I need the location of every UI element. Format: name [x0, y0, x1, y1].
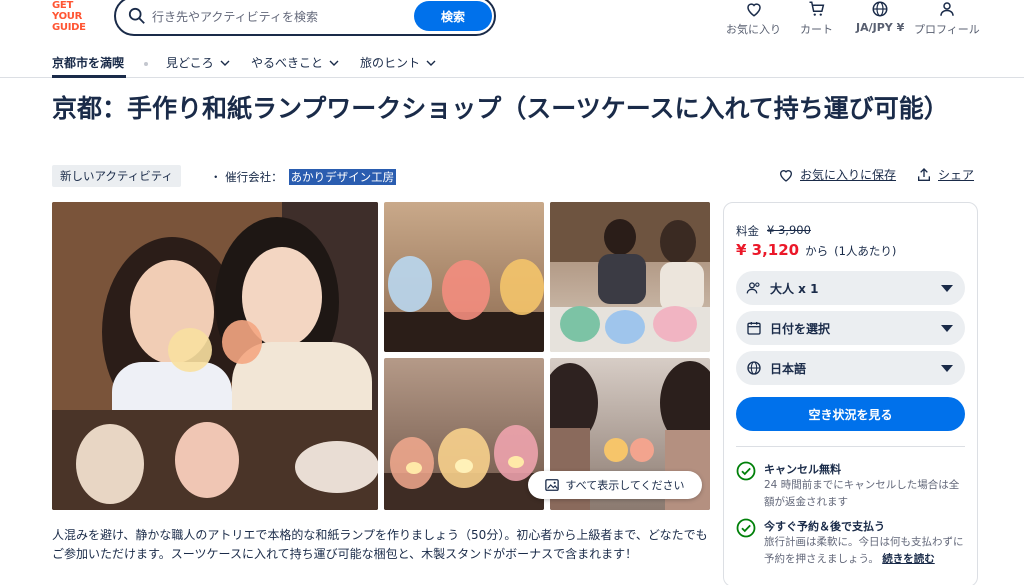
- language-value: 日本語: [770, 361, 807, 376]
- subnav-travel-tips[interactable]: 旅のヒント: [360, 54, 436, 71]
- feature-description: 24 時間前までにキャンセルした場合は全額が返金されます: [764, 479, 960, 508]
- caret-down-icon: [941, 285, 953, 292]
- heart-icon: [779, 169, 793, 182]
- show-all-photos-button[interactable]: すべて表示してください: [528, 471, 702, 499]
- check-circle-icon: [736, 518, 756, 538]
- page-title: 京都：手作り和紙ランプワークショップ（スーツケースに入れて持ち運び可能）: [52, 94, 949, 123]
- booking-panel: 料金 ¥ 3,900 ¥ 3,120 から (1人あたり) 大人 x 1 日付を…: [723, 202, 978, 585]
- feature-title: キャンセル無料: [764, 463, 841, 476]
- original-price: ¥ 3,900: [767, 223, 811, 237]
- share-icon: [918, 167, 930, 181]
- logo-line: GET: [52, 0, 73, 11]
- logo-line: YOUR: [52, 11, 83, 22]
- language-currency-label: JA/JPY ¥: [856, 21, 905, 34]
- getyourguide-logo[interactable]: GET YOUR GUIDE: [52, 0, 98, 36]
- save-label: お気に入りに保存: [800, 168, 897, 182]
- chevron-down-icon: [426, 60, 436, 66]
- feature-description-wrap: 旅行計画は柔軟に。今日は何も支払わずに予約を押さえましょう。 続きを読む: [764, 534, 968, 568]
- share-button[interactable]: シェア: [916, 166, 974, 183]
- provider-name[interactable]: あかりデザイン工房: [288, 169, 397, 185]
- provider-label: ・ 催行会社：: [210, 170, 283, 184]
- subnav-label: 旅のヒント: [360, 56, 421, 70]
- photo-workshop-people: [550, 202, 710, 352]
- subnav-label: やるべきこと: [251, 56, 324, 70]
- check-circle-icon: [736, 461, 756, 481]
- read-more-link[interactable]: 続きを読む: [882, 553, 935, 565]
- cart-link[interactable]: カート: [800, 0, 833, 40]
- wishlist-label: お気に入り: [726, 23, 781, 36]
- panel-divider: [736, 446, 965, 447]
- price-label-row: 料金 ¥ 3,900: [736, 223, 811, 239]
- show-all-label: すべて表示してください: [565, 479, 685, 492]
- profile-label: プロフィール: [914, 23, 980, 36]
- save-to-wishlist-button[interactable]: お気に入りに保存: [778, 166, 896, 183]
- active-tab-indicator: [52, 75, 126, 78]
- logo-line: GUIDE: [52, 22, 86, 33]
- subnav-explore-kyoto[interactable]: 京都市を満喫: [52, 54, 124, 71]
- cart-label: カート: [800, 23, 833, 36]
- gallery-photo-3[interactable]: [550, 202, 710, 352]
- search-input[interactable]: [152, 6, 412, 28]
- subnav-things-to-do[interactable]: やるべきこと: [251, 54, 339, 71]
- check-availability-button[interactable]: 空き状況を見る: [736, 397, 965, 431]
- subnav-label: 見どころ: [166, 56, 214, 70]
- provider-info: ・ 催行会社： あかりデザイン工房: [210, 169, 397, 185]
- share-label: シェア: [938, 168, 975, 182]
- people-icon: [746, 282, 760, 294]
- caret-down-icon: [941, 325, 953, 332]
- sub-navigation: 京都市を満喫 見どころ やるべきこと 旅のヒント: [0, 48, 1024, 78]
- date-selector[interactable]: 日付を選択: [736, 311, 965, 345]
- image-icon: [545, 479, 560, 491]
- feature-title: 今すぐ予約＆後で支払う: [764, 520, 885, 533]
- globe-icon: [872, 1, 888, 17]
- search-button[interactable]: 検索: [414, 1, 492, 31]
- wishlist-link[interactable]: お気に入り: [726, 0, 781, 40]
- chevron-down-icon: [329, 60, 339, 66]
- photo-lit-lamps: [384, 425, 544, 510]
- participants-selector[interactable]: 大人 x 1: [736, 271, 965, 305]
- current-price: ¥ 3,120: [736, 241, 800, 259]
- search-bar: 検索: [114, 0, 496, 36]
- gallery-photo-2[interactable]: [384, 202, 544, 352]
- new-activity-badge: 新しいアクティビティ: [52, 165, 182, 187]
- subnav-sights[interactable]: 見どころ: [166, 54, 230, 71]
- globe-icon: [747, 361, 761, 375]
- photo-two-women-lamps: [52, 202, 378, 510]
- price-from: から: [805, 244, 829, 258]
- gallery-photo-main[interactable]: [52, 202, 378, 510]
- gallery-photo-4[interactable]: [384, 358, 544, 510]
- heart-icon: [746, 3, 761, 17]
- photo-lamps-row: [384, 256, 544, 352]
- calendar-icon: [747, 322, 761, 335]
- language-selector[interactable]: 日本語: [736, 351, 965, 385]
- person-icon: [940, 2, 954, 16]
- participants-value: 大人 x 1: [770, 281, 819, 296]
- date-value: 日付を選択: [770, 321, 831, 336]
- subnav-label: 京都市を満喫: [52, 56, 125, 70]
- cart-icon: [809, 1, 824, 16]
- profile-link[interactable]: プロフィール: [914, 0, 980, 40]
- price-row: ¥ 3,120 から (1人あたり): [736, 241, 896, 259]
- caret-down-icon: [941, 365, 953, 372]
- chevron-down-icon: [220, 60, 230, 66]
- search-icon: [128, 7, 145, 24]
- price-label: 料金: [736, 224, 759, 238]
- activity-description: 人混みを避け、静かな職人のアトリエで本格的な和紙ランプを作りましょう（50分）。…: [52, 528, 708, 561]
- separator-dot: [144, 62, 148, 66]
- price-per-person: (1人あたり): [834, 244, 897, 258]
- header: GET YOUR GUIDE 検索 お気に入り カート JA/JPY ¥ プロフ…: [0, 0, 1024, 44]
- language-currency-link[interactable]: JA/JPY ¥: [856, 0, 904, 40]
